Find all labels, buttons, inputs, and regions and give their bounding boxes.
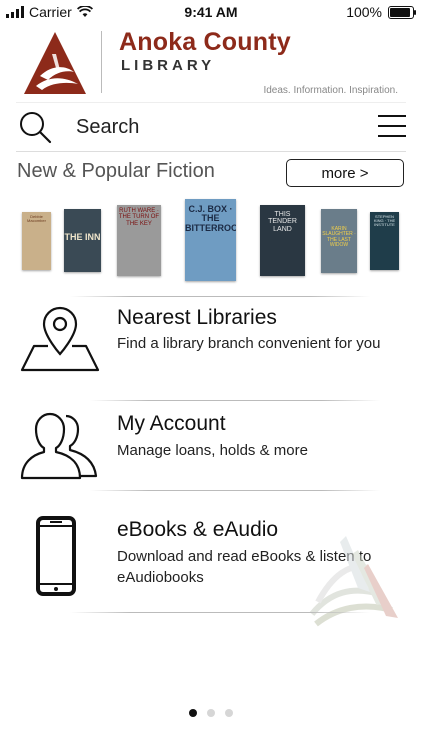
book-title: Debbie Macomber bbox=[27, 214, 46, 224]
phone-icon bbox=[36, 516, 76, 596]
tagline: Ideas. Information. Inspiration. bbox=[263, 85, 398, 96]
library-watermark-icon bbox=[309, 536, 398, 627]
battery-icon bbox=[388, 5, 416, 19]
menu-item-desc: Find a library branch convenient for you bbox=[117, 335, 381, 352]
users-icon bbox=[20, 412, 98, 480]
hamburger-menu-icon[interactable] bbox=[378, 113, 406, 139]
book-carousel[interactable]: Debbie Macomber THE INN RUTH WARE · THE … bbox=[0, 196, 422, 288]
book-cover[interactable]: KARIN SLAUGHTER · THE LAST WIDOW bbox=[321, 209, 357, 273]
book-title: KARIN SLAUGHTER · THE LAST WIDOW bbox=[322, 226, 356, 248]
org-name: Anoka County bbox=[119, 28, 291, 56]
menu-item-title: Nearest Libraries bbox=[117, 306, 277, 329]
org-subtitle: LIBRARY bbox=[121, 57, 216, 74]
page-dot[interactable] bbox=[225, 709, 233, 717]
menu-item-title: My Account bbox=[117, 412, 226, 435]
search-bar bbox=[16, 102, 406, 152]
menu-item-nearest-libraries[interactable]: Nearest Libraries Find a library branch … bbox=[0, 300, 422, 396]
status-bar: Carrier 9:41 AM 100% bbox=[0, 0, 422, 24]
map-pin-icon bbox=[20, 306, 100, 372]
page-dot[interactable] bbox=[189, 709, 197, 717]
divider bbox=[70, 296, 370, 297]
page-dot[interactable] bbox=[207, 709, 215, 717]
divider bbox=[70, 612, 370, 613]
status-right: 100% bbox=[346, 4, 416, 20]
book-title: RUTH WARE · THE TURN OF THE KEY bbox=[118, 208, 160, 227]
book-cover[interactable]: C.J. BOX · THE BITTERROOTS bbox=[185, 199, 236, 281]
book-cover[interactable]: THIS TENDER LAND bbox=[260, 205, 305, 276]
divider bbox=[90, 490, 380, 491]
menu-item-desc: Manage loans, holds & more bbox=[117, 442, 308, 459]
book-title: STEPHEN KING · THE INSTITUTE bbox=[373, 214, 396, 228]
app-header: Anoka County LIBRARY Ideas. Information.… bbox=[0, 24, 422, 100]
book-title: THIS TENDER LAND bbox=[268, 211, 297, 233]
book-cover[interactable]: RUTH WARE · THE TURN OF THE KEY bbox=[117, 205, 161, 276]
more-button[interactable]: more > bbox=[286, 159, 404, 187]
battery-label: 100% bbox=[346, 4, 382, 20]
search-input[interactable] bbox=[74, 111, 358, 143]
search-icon[interactable] bbox=[17, 109, 53, 145]
book-title: THE INN bbox=[64, 232, 101, 242]
page-indicator[interactable] bbox=[0, 709, 422, 717]
book-cover[interactable]: STEPHEN KING · THE INSTITUTE bbox=[370, 212, 399, 270]
battery-level bbox=[390, 7, 410, 17]
logo-divider bbox=[101, 31, 102, 93]
divider bbox=[90, 400, 380, 401]
menu-item-my-account[interactable]: My Account Manage loans, holds & more bbox=[0, 402, 422, 492]
menu-item-title: eBooks & eAudio bbox=[117, 518, 279, 541]
book-title: C.J. BOX · THE BITTERROOTS bbox=[185, 204, 236, 233]
book-cover[interactable]: Debbie Macomber bbox=[22, 212, 51, 270]
book-cover[interactable]: THE INN bbox=[64, 209, 101, 272]
section-title: New & Popular Fiction bbox=[17, 160, 215, 182]
library-logo-icon bbox=[24, 32, 86, 94]
